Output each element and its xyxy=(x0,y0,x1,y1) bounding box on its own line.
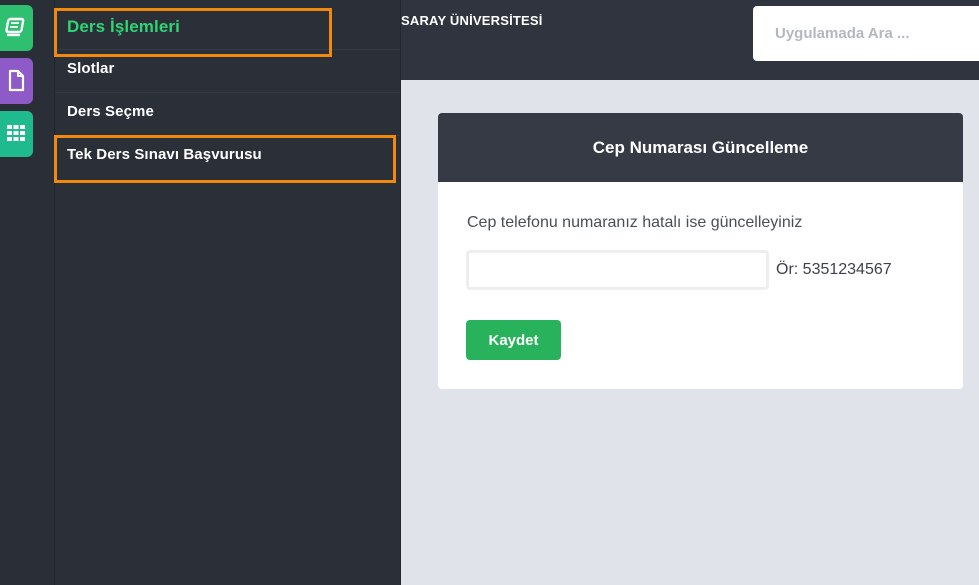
highlight-box-ders-islemleri xyxy=(54,8,332,57)
side-menu: Ders İşlemleri Slotlar Ders Seçme Tek De… xyxy=(55,0,401,585)
icon-rail xyxy=(0,0,55,585)
grid-icon xyxy=(7,125,25,141)
document-icon xyxy=(8,69,25,92)
phone-example-hint: Ör: 5351234567 xyxy=(776,261,892,278)
top-bar: SARAY ÜNİVERSİTESİ xyxy=(401,0,979,80)
highlight-box-tek-ders-sinavi xyxy=(54,135,396,183)
search-input[interactable] xyxy=(753,6,979,61)
university-name: SARAY ÜNİVERSİTESİ xyxy=(401,13,543,28)
card-title: Cep Numarası Güncelleme xyxy=(592,138,809,157)
document-icon-button[interactable] xyxy=(0,58,33,104)
main-content: Cep Numarası Güncelleme Cep telefonu num… xyxy=(401,80,979,585)
grid-icon-button[interactable] xyxy=(0,111,33,157)
menu-item-label: Slotlar xyxy=(67,60,115,77)
phone-update-card: Cep Numarası Güncelleme Cep telefonu num… xyxy=(438,113,963,389)
menu-item-ders-secme[interactable]: Ders Seçme xyxy=(55,93,400,136)
book-icon-button[interactable] xyxy=(0,5,33,51)
save-button[interactable]: Kaydet xyxy=(466,320,561,360)
phone-number-input[interactable] xyxy=(466,250,769,290)
card-description: Cep telefonu numaranız hatalı ise güncel… xyxy=(467,214,803,231)
book-icon xyxy=(5,17,25,37)
menu-item-label: Ders Seçme xyxy=(67,103,154,120)
card-header: Cep Numarası Güncelleme xyxy=(438,113,963,182)
